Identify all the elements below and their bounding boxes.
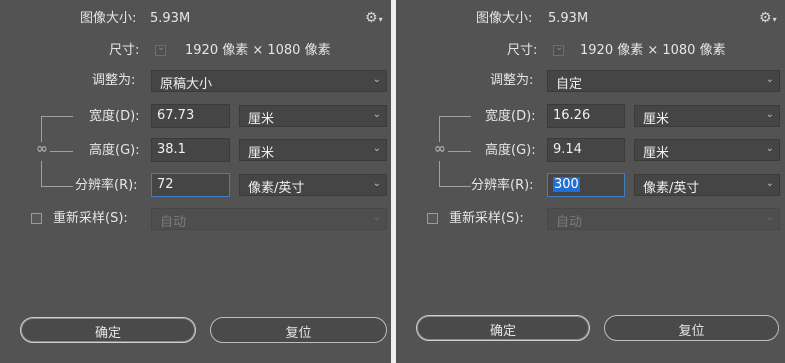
resample-select[interactable]: 自动 ⌄ — [547, 208, 780, 230]
chevron-down-icon: ⌄ — [765, 109, 774, 120]
dimensions-unit-chevron-icon[interactable]: ⌄ — [553, 42, 564, 56]
height-label: 高度(G): — [485, 143, 536, 158]
ok-button[interactable]: 确定 — [416, 315, 590, 341]
chevron-down-icon: ⌄ — [372, 109, 381, 120]
height-value: 9.14 — [553, 142, 582, 157]
constrain-bracket-bottom-arm — [439, 186, 471, 187]
image-size-value: 5.93M — [150, 11, 191, 26]
resample-value: 自动 — [160, 215, 187, 230]
height-input[interactable]: 9.14 — [547, 138, 625, 162]
constrain-bracket-bottom — [439, 161, 440, 186]
resolution-value: 300 — [553, 177, 580, 192]
settings-gear-icon[interactable]: ⚙▾ — [759, 10, 777, 26]
fit-to-value: 原稿大小 — [160, 77, 213, 92]
constrain-bracket-top — [439, 116, 440, 142]
width-unit-select[interactable]: 厘米 ⌄ — [634, 105, 780, 127]
image-size-value: 5.93M — [548, 11, 589, 26]
height-input[interactable]: 38.1 — [151, 138, 230, 162]
constrain-bracket-top — [41, 116, 42, 142]
height-unit-value: 厘米 — [248, 146, 275, 161]
fit-to-select[interactable]: 自定 ⌄ — [547, 70, 780, 92]
resolution-unit-select[interactable]: 像素/英寸 ⌄ — [634, 174, 780, 196]
height-label: 高度(G): — [89, 143, 140, 158]
image-size-label: 图像大小: — [476, 11, 533, 26]
fit-to-value: 自定 — [556, 77, 583, 92]
reset-button-label: 复位 — [285, 326, 312, 341]
width-unit-select[interactable]: 厘米 ⌄ — [239, 105, 387, 127]
width-label: 宽度(D): — [485, 109, 536, 124]
chevron-down-icon: ⌄ — [765, 178, 774, 189]
width-value: 67.73 — [157, 108, 195, 123]
settings-gear-icon[interactable]: ⚙▾ — [365, 10, 383, 26]
fit-to-label: 调整为: — [92, 73, 136, 88]
width-input[interactable]: 67.73 — [151, 104, 230, 128]
image-size-dialog-left: 图像大小: 5.93M ⚙▾ 尺寸: ⌄ 1920 像素 × 1080 像素 调… — [0, 0, 391, 363]
chevron-down-icon: ⌄ — [372, 212, 381, 223]
width-value: 16.26 — [553, 108, 591, 123]
dimensions-value: 1920 像素 × 1080 像素 — [185, 43, 331, 58]
constrain-link-icon[interactable]: ∞ — [36, 141, 48, 157]
width-label: 宽度(D): — [89, 109, 140, 124]
height-unit-select[interactable]: 厘米 ⌄ — [239, 139, 387, 161]
ok-button-label: 确定 — [94, 326, 121, 341]
resolution-label: 分辨率(R): — [471, 178, 534, 193]
image-size-dialog-right: 图像大小: 5.93M ⚙▾ 尺寸: ⌄ 1920 像素 × 1080 像素 调… — [396, 0, 785, 363]
constrain-link-icon[interactable]: ∞ — [434, 141, 446, 157]
resolution-unit-select[interactable]: 像素/英寸 ⌄ — [239, 174, 387, 196]
reset-button[interactable]: 复位 — [604, 315, 779, 341]
resolution-input[interactable]: 300 — [547, 173, 625, 197]
reset-button[interactable]: 复位 — [210, 317, 387, 343]
constrain-bracket-mid-arm — [448, 151, 471, 152]
dimensions-label: 尺寸: — [507, 43, 538, 58]
width-input[interactable]: 16.26 — [547, 104, 625, 128]
resolution-unit-value: 像素/英寸 — [643, 181, 700, 196]
chevron-down-icon: ⌄ — [372, 74, 381, 85]
dimensions-label: 尺寸: — [109, 43, 140, 58]
ok-button-label: 确定 — [489, 324, 516, 339]
resolution-value: 72 — [157, 177, 174, 192]
chevron-down-icon: ⌄ — [372, 143, 381, 154]
width-unit-value: 厘米 — [643, 112, 670, 127]
dimensions-unit-chevron-icon[interactable]: ⌄ — [155, 42, 166, 56]
constrain-bracket-bottom-arm — [41, 186, 73, 187]
fit-to-select[interactable]: 原稿大小 ⌄ — [151, 70, 387, 92]
height-unit-value: 厘米 — [643, 146, 670, 161]
chevron-down-icon: ⌄ — [765, 74, 774, 85]
resample-label: 重新采样(S): — [53, 211, 128, 226]
chevron-down-icon: ⌄ — [765, 143, 774, 154]
height-value: 38.1 — [157, 142, 186, 157]
height-unit-select[interactable]: 厘米 ⌄ — [634, 139, 780, 161]
constrain-bracket-top-arm — [41, 116, 73, 117]
image-size-label: 图像大小: — [80, 11, 137, 26]
constrain-bracket-mid-arm — [50, 151, 73, 152]
fit-to-label: 调整为: — [490, 73, 534, 88]
resample-value: 自动 — [556, 215, 583, 230]
constrain-bracket-bottom — [41, 161, 42, 186]
width-unit-value: 厘米 — [248, 112, 275, 127]
reset-button-label: 复位 — [678, 324, 705, 339]
chevron-down-icon: ⌄ — [372, 178, 381, 189]
resolution-label: 分辨率(R): — [75, 178, 138, 193]
resample-checkbox[interactable] — [427, 213, 438, 224]
resample-select[interactable]: 自动 ⌄ — [151, 208, 387, 230]
dimensions-value: 1920 像素 × 1080 像素 — [580, 43, 726, 58]
ok-button[interactable]: 确定 — [20, 317, 196, 343]
constrain-bracket-top-arm — [439, 116, 471, 117]
resample-checkbox[interactable] — [31, 213, 42, 224]
resample-label: 重新采样(S): — [449, 211, 524, 226]
chevron-down-icon: ⌄ — [765, 212, 774, 223]
resolution-input[interactable]: 72 — [151, 173, 230, 197]
resolution-unit-value: 像素/英寸 — [248, 181, 305, 196]
